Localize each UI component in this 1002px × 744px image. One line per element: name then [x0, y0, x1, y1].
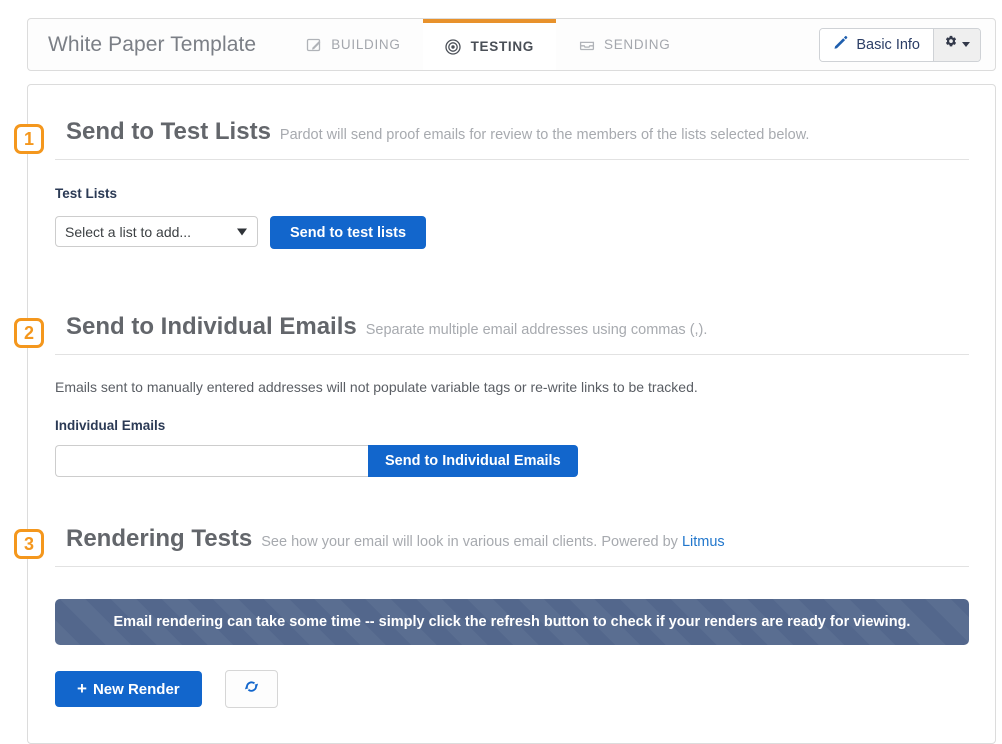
section-1-title: Send to Test Lists: [66, 118, 271, 145]
test-list-select[interactable]: Select a list to add...: [55, 216, 258, 247]
tab-testing[interactable]: TESTING: [422, 19, 556, 70]
section-2-subtitle: Separate multiple email addresses using …: [365, 322, 708, 338]
section-3-subtitle-text: See how your email will look in various …: [261, 534, 682, 550]
tab-sending[interactable]: SENDING: [556, 19, 692, 70]
new-render-label: New Render: [92, 680, 180, 698]
section-badge-1: 1: [14, 124, 44, 154]
gear-icon: [944, 35, 958, 54]
section-badge-2: 2: [14, 318, 44, 348]
rendering-info-banner: Email rendering can take some time -- si…: [55, 599, 969, 645]
bullseye-icon: [445, 38, 462, 55]
section-2-title: Send to Individual Emails: [66, 313, 357, 340]
send-to-test-lists-button[interactable]: Send to test lists: [270, 216, 427, 249]
section-send-to-test-lists: 1 Send to Test Lists Pardot will send pr…: [14, 118, 995, 249]
new-render-button[interactable]: + New Render: [55, 671, 202, 707]
tab-building-label: BUILDING: [331, 37, 401, 52]
test-list-select-value: Select a list to add...: [55, 216, 258, 247]
section-3-title: Rendering Tests: [66, 525, 253, 552]
section-3-subtitle: See how your email will look in various …: [261, 534, 724, 550]
settings-dropdown-button[interactable]: [933, 28, 980, 61]
section-rendering-tests: 3 Rendering Tests See how your email wil…: [14, 525, 995, 708]
header-panel: White Paper Template BUILDING TESTING SE…: [27, 18, 996, 71]
page-title: White Paper Template: [48, 32, 257, 56]
chevron-down-icon: [962, 42, 970, 47]
main-panel: 1 Send to Test Lists Pardot will send pr…: [14, 84, 996, 744]
send-to-individual-emails-button[interactable]: Send to Individual Emails: [368, 445, 578, 477]
inbox-icon: [578, 36, 595, 53]
basic-info-button[interactable]: Basic Info: [820, 28, 933, 61]
refresh-button[interactable]: [224, 670, 278, 708]
section-2-divider: [55, 354, 969, 355]
pencil-square-icon: [305, 36, 322, 53]
section-send-to-individual-emails: 2 Send to Individual Emails Separate mul…: [14, 313, 995, 477]
refresh-icon: [243, 678, 260, 700]
pencil-icon: [833, 35, 848, 54]
basic-info-label: Basic Info: [856, 36, 920, 53]
section-1-subtitle: Pardot will send proof emails for review…: [279, 127, 810, 143]
tab-sending-label: SENDING: [604, 37, 671, 52]
individual-emails-note: Emails sent to manually entered addresse…: [55, 379, 698, 395]
tab-bar: BUILDING TESTING SENDING: [283, 19, 692, 70]
section-3-divider: [55, 566, 969, 567]
tab-testing-label: TESTING: [470, 39, 534, 54]
header-action-group: Basic Info: [819, 27, 981, 62]
litmus-link[interactable]: Litmus: [682, 534, 725, 550]
app-page: White Paper Template BUILDING TESTING SE…: [0, 0, 1002, 744]
section-badge-3: 3: [14, 529, 44, 559]
individual-emails-input[interactable]: [55, 445, 368, 477]
individual-emails-label: Individual Emails: [55, 418, 166, 433]
test-lists-label: Test Lists: [55, 186, 118, 201]
plus-icon: +: [77, 679, 87, 698]
tab-building[interactable]: BUILDING: [283, 19, 422, 70]
section-1-divider: [55, 159, 969, 160]
